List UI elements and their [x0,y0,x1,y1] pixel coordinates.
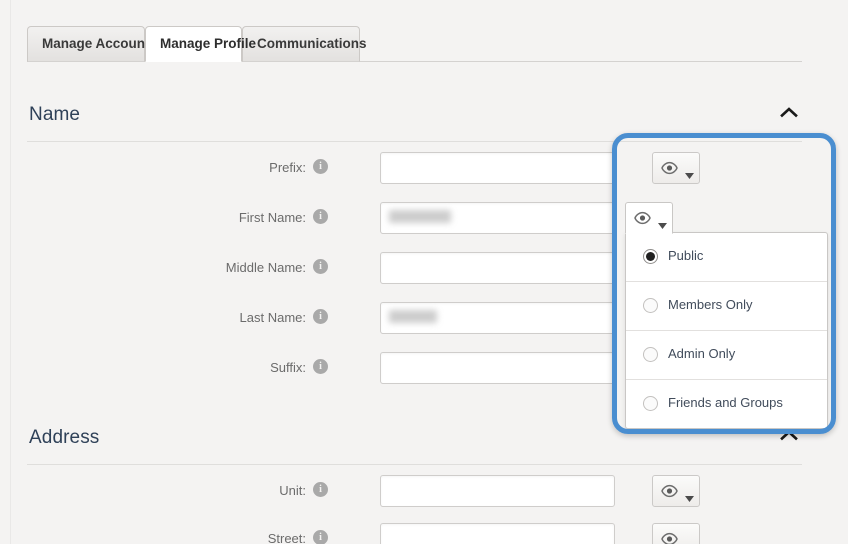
input-middle-name[interactable] [380,252,615,284]
info-icon[interactable]: i [313,482,328,497]
caret-down-icon [685,490,694,505]
eye-icon [661,484,678,501]
form-row: Street: i [27,523,802,544]
field-label: Street: [267,531,306,544]
privacy-option-friends-and-groups[interactable]: Friends and Groups [626,380,827,428]
section-title: Name [29,104,81,125]
page-left-rail [10,0,11,544]
info-icon[interactable]: i [313,259,328,274]
tab-communications[interactable]: Communications [242,26,367,62]
field-label: Middle Name: [225,260,306,275]
privacy-dropdown-trigger-first-name[interactable] [625,202,673,234]
eye-icon [661,532,678,544]
privacy-dropdown-trigger[interactable] [652,523,700,544]
field-label: Unit: [279,483,306,498]
radio-button[interactable] [643,298,658,313]
profile-page: Manage Account Manage Profile Communicatio… [0,0,848,544]
tab-manage-profile[interactable]: Manage Profile [145,26,256,62]
tab-bar: Manage Account Manage Profile Communicatio… [27,26,802,62]
section-divider [27,141,802,142]
field-label: Last Name: [239,310,306,325]
radio-button[interactable] [643,396,658,411]
privacy-options-menu[interactable]: Public Members Only Admin Only Friends and … [625,232,828,429]
input-prefix[interactable] [380,152,615,184]
form-row: First Name: i [27,202,802,236]
section-title: Address [29,427,100,448]
input-suffix[interactable] [380,352,615,384]
section-header-name: Name [27,104,802,142]
chevron-up-icon[interactable] [780,106,798,124]
field-label: First Name: [238,210,306,225]
privacy-dropdown-trigger[interactable] [652,475,700,507]
info-icon[interactable]: i [313,359,328,374]
privacy-option-public[interactable]: Public [626,233,827,282]
info-icon[interactable]: i [313,309,328,324]
tab-manage-account[interactable]: Manage Account [27,26,150,62]
caret-down-icon [685,538,694,544]
info-icon[interactable]: i [313,159,328,174]
chevron-up-icon[interactable] [780,429,798,447]
info-icon[interactable]: i [313,209,328,224]
eye-icon [634,211,651,228]
privacy-option-label: Friends and Groups [668,395,783,410]
section-header-address: Address [27,427,802,465]
section-divider [27,464,802,465]
privacy-dropdown-trigger[interactable] [652,152,700,184]
input-last-name[interactable] [380,302,615,334]
form-row: Prefix: i [27,152,802,186]
privacy-option-members-only[interactable]: Members Only [626,282,827,331]
privacy-option-label: Admin Only [668,346,736,361]
input-street[interactable] [380,523,615,544]
info-icon[interactable]: i [313,530,328,544]
radio-button[interactable] [643,347,658,362]
privacy-option-admin-only[interactable]: Admin Only [626,331,827,380]
field-label: Suffix: [270,360,306,375]
field-label: Prefix: [269,160,306,175]
caret-down-icon [658,217,667,232]
input-first-name[interactable] [380,202,615,234]
privacy-option-label: Members Only [668,297,753,312]
form-row: Unit: i [27,475,802,509]
radio-button[interactable] [643,249,658,264]
eye-icon [661,161,678,178]
privacy-option-label: Public [668,248,704,263]
caret-down-icon [685,167,694,182]
input-unit[interactable] [380,475,615,507]
